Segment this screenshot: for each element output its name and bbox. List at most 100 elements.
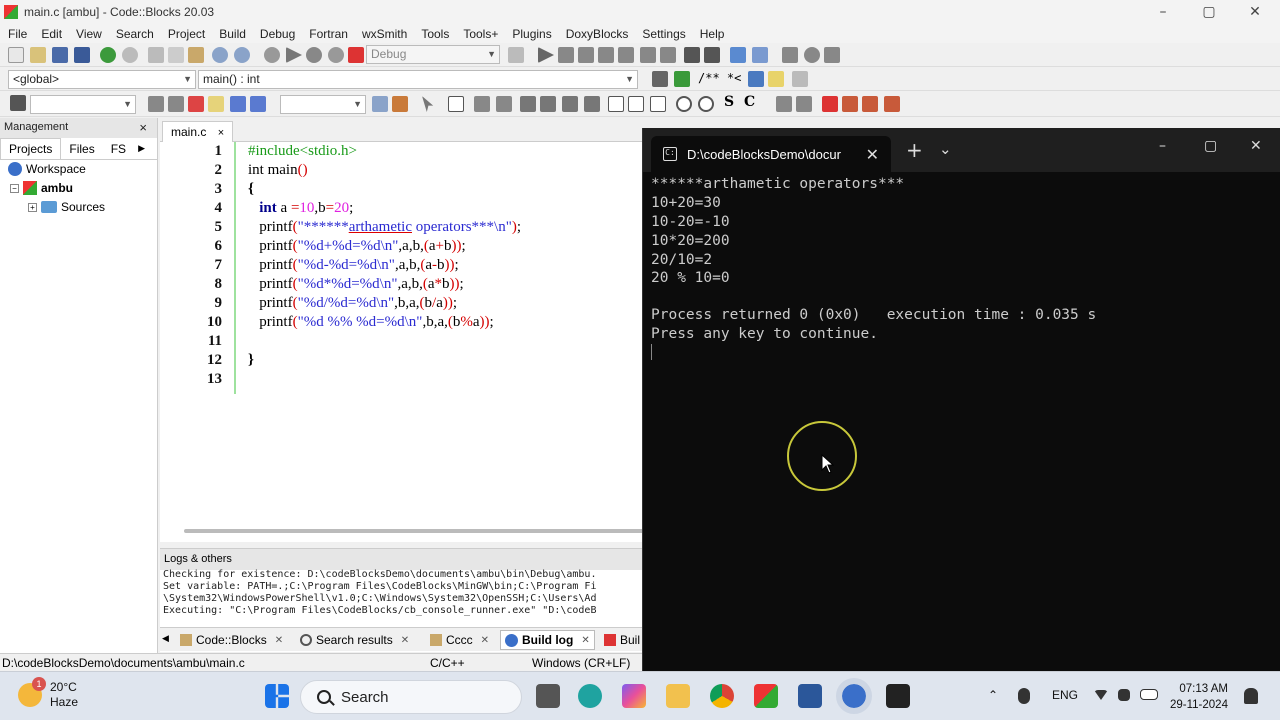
- next-instruction-icon[interactable]: [640, 47, 656, 63]
- new-tab-button[interactable]: +: [906, 138, 923, 162]
- tab-search-results[interactable]: Search results ✕: [296, 630, 413, 650]
- expand-icon[interactable]: +: [28, 202, 37, 212]
- align-icon[interactable]: [520, 96, 536, 112]
- tab-build-log[interactable]: Build log ✕: [500, 630, 595, 650]
- options-icon[interactable]: [392, 96, 408, 112]
- code-line-6[interactable]: printf("%d+%d=%d\n",a,b,(a+b));: [248, 238, 465, 255]
- word-icon[interactable]: [798, 684, 822, 708]
- forward-arrow-icon[interactable]: [796, 96, 812, 112]
- terminal-tab[interactable]: C: D:\codeBlocksDemo\docur ✕: [651, 136, 891, 172]
- code-line-12[interactable]: }: [248, 352, 254, 369]
- language-indicator[interactable]: ENG: [1052, 688, 1078, 702]
- doxy-html-icon[interactable]: [748, 71, 764, 87]
- tree-workspace[interactable]: Workspace: [8, 162, 86, 176]
- tab-close-icon[interactable]: ✕: [275, 635, 283, 646]
- flag-next-icon[interactable]: [862, 96, 878, 112]
- build-options-icon[interactable]: [508, 47, 524, 63]
- run-to-cursor-icon[interactable]: [558, 47, 574, 63]
- copilot-icon[interactable]: [622, 684, 646, 708]
- find-previous-icon[interactable]: [148, 96, 164, 112]
- regex-icon[interactable]: [250, 96, 266, 112]
- tab-dropdown-icon[interactable]: ⌄: [939, 140, 952, 158]
- menu-fortran[interactable]: Fortran: [309, 27, 348, 41]
- search-input[interactable]: ▼: [30, 95, 136, 114]
- build-gear-icon[interactable]: [264, 47, 280, 63]
- taskbar-search[interactable]: Search: [300, 680, 522, 714]
- find-in-files-icon[interactable]: [372, 96, 388, 112]
- management-close-icon[interactable]: ×: [139, 120, 147, 135]
- code-line-8[interactable]: printf("%d*%d=%d\n",a,b,(a*b));: [248, 276, 463, 293]
- pause-icon[interactable]: [684, 47, 700, 63]
- tab-close-icon[interactable]: ✕: [481, 635, 489, 646]
- grid-icon[interactable]: [474, 96, 490, 112]
- notification-bell-icon[interactable]: [1244, 688, 1258, 704]
- doxy-comment-button[interactable]: /** *<: [698, 71, 741, 85]
- menu-project[interactable]: Project: [168, 27, 205, 41]
- doxy-config-icon[interactable]: [792, 71, 808, 87]
- terminal-taskbar-icon[interactable]: [886, 684, 910, 708]
- terminal-tab-close-icon[interactable]: ✕: [866, 145, 879, 164]
- menu-debug[interactable]: Debug: [260, 27, 295, 41]
- close-button[interactable]: ✕: [1232, 0, 1278, 24]
- menu-view[interactable]: View: [76, 27, 102, 41]
- windows-start-icon[interactable]: [265, 684, 289, 708]
- step-into-icon[interactable]: [598, 47, 614, 63]
- menu-search[interactable]: Search: [116, 27, 154, 41]
- highlight-icon[interactable]: [188, 96, 204, 112]
- replace-icon[interactable]: [234, 47, 250, 63]
- next-line-icon[interactable]: [578, 47, 594, 63]
- select-cursor-icon[interactable]: [422, 96, 434, 112]
- undo-icon[interactable]: [100, 47, 116, 63]
- file-explorer-icon[interactable]: [666, 684, 690, 708]
- flag-clear-icon[interactable]: [884, 96, 900, 112]
- find-icon[interactable]: [212, 47, 228, 63]
- maximize-button[interactable]: ▢: [1186, 0, 1232, 24]
- paste-icon[interactable]: [188, 47, 204, 63]
- frame-alt-icon[interactable]: [628, 96, 644, 112]
- tab-close-icon[interactable]: ✕: [401, 635, 409, 646]
- block-icon[interactable]: [584, 96, 600, 112]
- tab-close-icon[interactable]: ✕: [581, 635, 589, 646]
- weather-widget[interactable]: 1 20°C Haze: [18, 677, 78, 710]
- wifi-icon[interactable]: [1094, 690, 1108, 700]
- editor-tab-main-c[interactable]: main.c ×: [162, 121, 234, 142]
- menu-edit[interactable]: Edit: [41, 27, 62, 41]
- find-input[interactable]: ▼: [280, 95, 366, 114]
- debug-continue-icon[interactable]: [538, 47, 554, 63]
- terminal-maximize-button[interactable]: ▢: [1204, 138, 1217, 154]
- c-button[interactable]: C: [744, 94, 755, 110]
- find-next-icon[interactable]: [168, 96, 184, 112]
- s-button[interactable]: S: [724, 94, 734, 110]
- frame-icon[interactable]: [608, 96, 624, 112]
- terminal-minimize-button[interactable]: –: [1159, 138, 1166, 154]
- menu-tools[interactable]: Tools: [421, 27, 449, 41]
- redo-icon[interactable]: [122, 47, 138, 63]
- bookmark-icon[interactable]: [804, 47, 820, 63]
- menu-tools-plus[interactable]: Tools+: [463, 27, 498, 41]
- edge-icon[interactable]: [578, 684, 602, 708]
- scope-select[interactable]: <global> ▼: [8, 70, 196, 89]
- zoom-in-icon[interactable]: [676, 96, 692, 112]
- build-run-icon[interactable]: [306, 47, 322, 63]
- minimize-button[interactable]: –: [1140, 0, 1186, 24]
- edit-icon[interactable]: [496, 96, 512, 112]
- system-clock[interactable]: 07:13 AM 29-11-2024: [1170, 681, 1228, 713]
- debug-windows-icon[interactable]: [730, 47, 746, 63]
- various-info-icon[interactable]: [752, 47, 768, 63]
- editor-tab-close-icon[interactable]: ×: [218, 127, 224, 139]
- open-file-icon[interactable]: [30, 47, 46, 63]
- selected-text-icon[interactable]: [208, 96, 224, 112]
- function-select[interactable]: main() : int ▼: [198, 70, 638, 89]
- tab-cccc[interactable]: Cccc ✕: [426, 630, 493, 650]
- menu-file[interactable]: File: [8, 27, 27, 41]
- new-file-icon[interactable]: [8, 47, 24, 63]
- code-line-10[interactable]: printf("%d %% %d=%d\n",b,a,(b%a));: [248, 314, 493, 331]
- tab-build-messages[interactable]: Buil: [600, 630, 644, 650]
- flag-prev-icon[interactable]: [842, 96, 858, 112]
- match-case-icon[interactable]: [230, 96, 246, 112]
- doxy-chm-icon[interactable]: [768, 71, 784, 87]
- align-center-icon[interactable]: [540, 96, 556, 112]
- code-line-5[interactable]: printf("******arthametic operators***\n"…: [248, 219, 521, 236]
- save-icon[interactable]: [52, 47, 68, 63]
- align-right-icon[interactable]: [562, 96, 578, 112]
